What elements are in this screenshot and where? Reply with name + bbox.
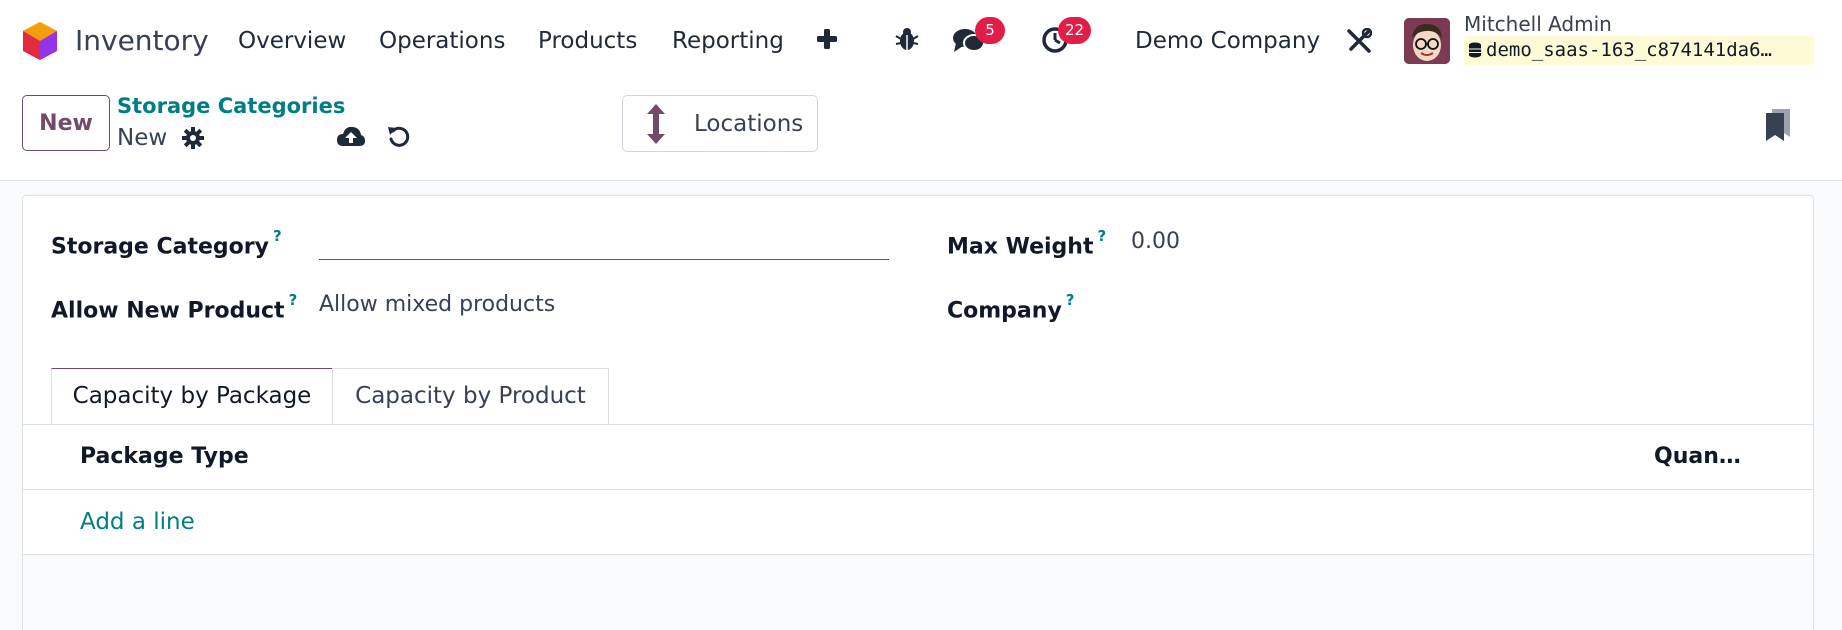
help-tooltip-icon[interactable]: ?	[1097, 227, 1106, 245]
database-name[interactable]: demo_saas-163_c874141da6…	[1464, 36, 1814, 65]
tools-icon[interactable]	[1346, 28, 1372, 54]
tab-capacity-by-package[interactable]: Capacity by Package	[51, 368, 333, 425]
menu-products[interactable]: Products	[538, 26, 637, 56]
avatar[interactable]	[1404, 18, 1450, 64]
help-tooltip-icon[interactable]: ?	[1066, 291, 1075, 309]
help-tooltip-icon[interactable]: ?	[273, 227, 282, 245]
control-panel: New Storage Categories New Locations	[0, 81, 1842, 181]
storage-category-label: Storage Category?	[51, 226, 282, 261]
gear-icon[interactable]	[182, 127, 204, 149]
user-name[interactable]: Mitchell Admin	[1464, 12, 1612, 36]
inventory-app-logo-icon[interactable]	[22, 21, 58, 61]
company-label-text: Company	[947, 298, 1062, 324]
breadcrumb[interactable]: Storage Categories	[117, 93, 345, 119]
undo-icon[interactable]	[387, 125, 411, 149]
record-title: New	[117, 125, 168, 151]
database-label: demo_saas-163_c874141da6…	[1486, 39, 1772, 61]
locations-button[interactable]: Locations	[622, 95, 818, 152]
tab-capacity-by-product[interactable]: Capacity by Product	[332, 368, 609, 425]
max-weight-label: Max Weight?	[947, 226, 1106, 261]
top-navbar: Inventory Overview Operations Products R…	[0, 0, 1842, 81]
arrows-vertical-icon	[647, 104, 665, 144]
company-switcher[interactable]: Demo Company	[1135, 26, 1320, 56]
storage-category-input[interactable]	[319, 220, 889, 260]
new-button[interactable]: New	[22, 95, 110, 151]
bug-icon[interactable]	[895, 26, 919, 52]
table-empty-area	[23, 555, 1813, 630]
messages-count-badge: 5	[975, 17, 1005, 44]
max-weight-label-text: Max Weight	[947, 234, 1094, 260]
max-weight-input[interactable]: 0.00	[1131, 228, 1180, 256]
column-quantity[interactable]: Quan…	[1654, 443, 1741, 471]
allow-new-product-select[interactable]: Allow mixed products	[319, 291, 555, 319]
bookmark-icon[interactable]	[1766, 109, 1790, 141]
menu-overview[interactable]: Overview	[238, 26, 346, 56]
table-row: Add a line	[23, 490, 1813, 555]
plus-icon[interactable]	[816, 28, 838, 50]
form-sheet: Storage Category? Allow New Product? All…	[22, 195, 1814, 630]
app-name[interactable]: Inventory	[75, 24, 209, 58]
menu-reporting[interactable]: Reporting	[672, 26, 784, 56]
column-package-type[interactable]: Package Type	[80, 443, 249, 471]
database-icon	[1469, 42, 1481, 58]
company-label: Company?	[947, 290, 1074, 325]
allow-new-product-label-text: Allow New Product	[51, 298, 285, 324]
table-header: Package Type Quan…	[23, 424, 1813, 490]
locations-label: Locations	[694, 111, 804, 137]
help-tooltip-icon[interactable]: ?	[289, 291, 298, 309]
user-avatar-icon	[1404, 18, 1450, 64]
storage-category-label-text: Storage Category	[51, 234, 269, 260]
form-view: Storage Category? Allow New Product? All…	[0, 182, 1842, 630]
activities-count-badge: 22	[1058, 17, 1092, 44]
add-line-link[interactable]: Add a line	[80, 508, 195, 536]
allow-new-product-label: Allow New Product?	[51, 290, 297, 325]
menu-operations[interactable]: Operations	[379, 26, 505, 56]
cloud-upload-icon[interactable]	[337, 125, 365, 147]
